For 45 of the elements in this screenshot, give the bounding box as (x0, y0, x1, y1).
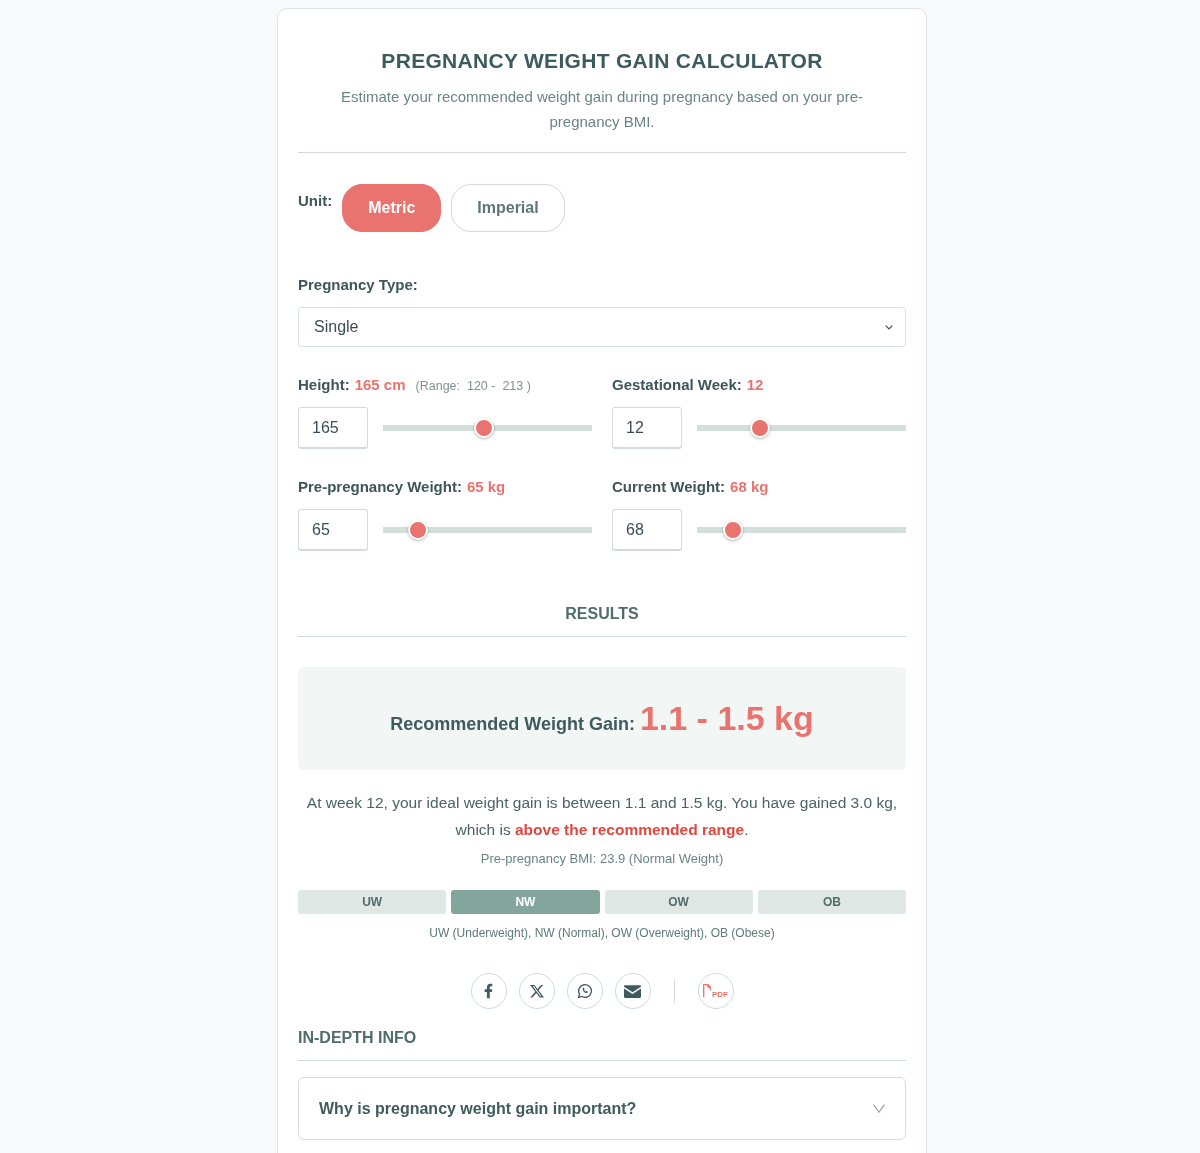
share-button[interactable] (518, 973, 555, 1009)
pregnancy-type-label: Pregnancy Type: (298, 276, 418, 294)
envelope-icon (624, 984, 641, 998)
bmi-note: Pre-pregnancy BMI: 23.9 (Normal Weight) (479, 850, 725, 868)
field-reading: 68 kg (730, 478, 769, 496)
file-outline-icon (703, 984, 711, 998)
in-depth-heading: IN-DEPTH INFO (298, 1028, 417, 1047)
field-label: Gestational Week: (612, 376, 742, 394)
number-input[interactable]: 65 (298, 509, 368, 551)
slider-thumb[interactable] (407, 520, 428, 540)
number-input[interactable]: 165 (298, 407, 368, 449)
bmi-category-segment: OW (604, 890, 753, 914)
facebook-icon (484, 983, 493, 999)
field-label: Current Weight: (612, 478, 726, 496)
field-reading: 65 kg (466, 478, 506, 496)
field-label: Height: (298, 376, 350, 394)
share-button[interactable] (614, 973, 651, 1009)
share-button[interactable] (566, 973, 603, 1009)
slider-thumb[interactable] (473, 418, 494, 438)
pregnancy-type-dropdown[interactable]: Single (298, 307, 906, 347)
page-subtitle: Estimate your recommended weight gain during pregnancy based on your pre-pregnancy BMI. (340, 87, 864, 132)
share-button[interactable] (470, 973, 507, 1009)
bmi-category-segment: NW (451, 890, 600, 914)
field-label: Pre-pregnancy Weight: (298, 478, 462, 496)
number-input[interactable]: 12 (612, 407, 682, 449)
unit-label: Unit: (298, 192, 333, 210)
chevron-down-icon (885, 324, 893, 330)
x-logo-icon (529, 984, 544, 998)
number-input[interactable]: 68 (612, 509, 682, 551)
range-note: (Range: 120 - 213 ) (415, 379, 531, 393)
bmi-category-segment: UW (298, 890, 447, 914)
page-title: PREGNANCY WEIGHT GAIN CALCULATOR (380, 48, 824, 74)
unit-toggle-button[interactable]: Imperial (451, 184, 565, 232)
gain-label: Recommended Weight Gain: (390, 714, 635, 735)
summary-text: At week 12, your ideal weight gain is between 1.1 and 1.5 kg. You have gained 3.0 kg, which is above the recommended range. (305, 793, 899, 840)
gain-value: 1.1 - 1.5 kg (639, 699, 814, 738)
bmi-category-segment: OB (757, 890, 906, 914)
field-reading: 165 cm (354, 376, 406, 394)
faq-accordion-item[interactable]: Why is pregnancy weight gain important? (298, 1077, 906, 1140)
slider-thumb[interactable] (723, 520, 744, 540)
slider-thumb[interactable] (749, 418, 770, 438)
results-heading: RESULTS (565, 604, 639, 623)
bmi-legend: UW (Underweight), NW (Normal), OW (Overweight), OB (Obese) (298, 926, 906, 941)
field-reading: 12 (746, 376, 764, 394)
whatsapp-icon (576, 983, 593, 999)
